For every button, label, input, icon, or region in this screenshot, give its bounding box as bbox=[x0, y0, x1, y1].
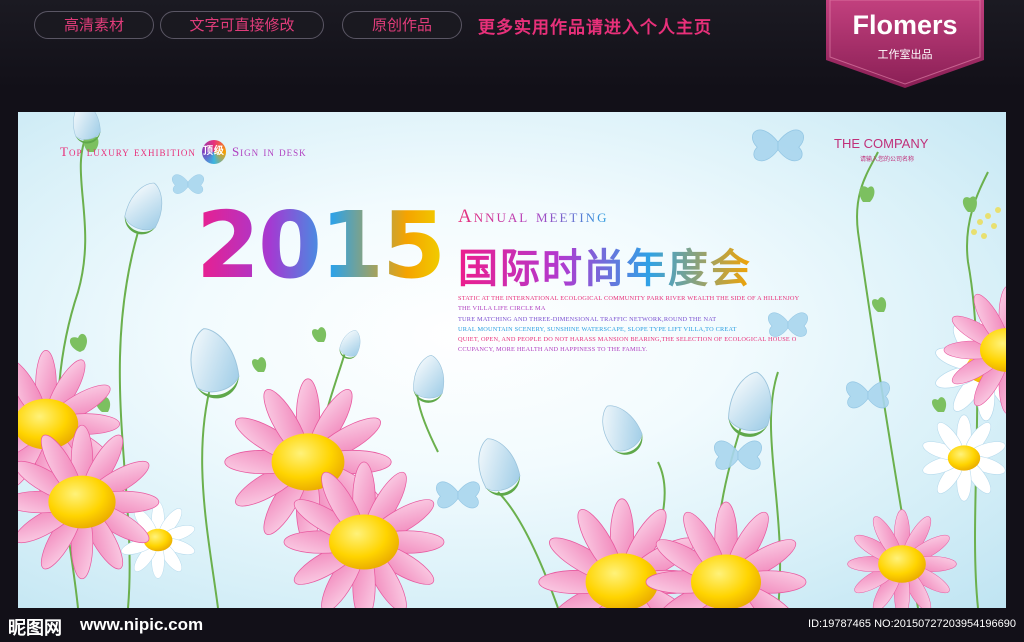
editable-text-button[interactable]: 文字可直接修改 bbox=[160, 11, 324, 39]
event-title: 国际时尚年度会 bbox=[458, 236, 752, 294]
watermark-id: ID:19787465 NO:20150727203954196690 bbox=[808, 618, 1016, 630]
body-line: QUIET, OPEN, AND PEOPLE DO NOT HARASS MA… bbox=[458, 336, 797, 344]
body-line: THE VILLA LIFE CIRCLE MA bbox=[458, 305, 546, 313]
hd-material-button[interactable]: 高清素材 bbox=[34, 11, 154, 39]
original-work-button[interactable]: 原创作品 bbox=[342, 11, 462, 39]
top-bar: 高清素材 文字可直接修改 原创作品 更多实用作品请进入个人主页 Flomers … bbox=[0, 0, 1024, 90]
watermark-footer: 昵图网 www.nipic.com ID:19787465 NO:2015072… bbox=[0, 608, 1024, 642]
body-line: CCUPANCY, MORE HEALTH AND HAPPINESS TO T… bbox=[458, 346, 648, 354]
flower-illustration bbox=[18, 112, 1006, 608]
brand-subtitle: 工作室出品 bbox=[877, 48, 933, 61]
company-subtitle: 请输入您的公司名称 bbox=[860, 156, 915, 163]
top-badge: 顶级 bbox=[201, 140, 226, 164]
watermark-logo: 昵图网 bbox=[8, 618, 62, 639]
company-name: THE COMPANY bbox=[834, 136, 929, 151]
tagline-part-2: Sign in desk bbox=[231, 144, 307, 159]
brand-badge: Flomers 工作室出品 bbox=[826, 0, 984, 88]
brand-name: Flomers bbox=[852, 10, 958, 40]
poster-body-text: STATIC AT THE INTERNATIONAL ECOLOGICAL C… bbox=[458, 294, 818, 356]
body-line: TURE MATCHING AND THREE-DIMENSIONAL TRAF… bbox=[458, 315, 717, 323]
body-line: STATIC AT THE INTERNATIONAL ECOLOGICAL C… bbox=[458, 295, 800, 302]
tagline-part-1: Top luxury exhibition bbox=[60, 144, 196, 159]
tagline: Top luxury exhibition 顶级 Sign in desk bbox=[60, 140, 307, 164]
poster-artwork: Top luxury exhibition 顶级 Sign in desk TH… bbox=[18, 112, 1006, 608]
body-line: URAL MOUNTAIN SCENERY, SUNSHINE WATERSCA… bbox=[458, 325, 737, 333]
watermark-url: www.nipic.com bbox=[80, 615, 204, 634]
promo-link[interactable]: 更多实用作品请进入个人主页 bbox=[478, 13, 712, 38]
annual-meeting-title: Annual meeting bbox=[458, 206, 609, 227]
year-title: 2015 bbox=[196, 192, 446, 299]
